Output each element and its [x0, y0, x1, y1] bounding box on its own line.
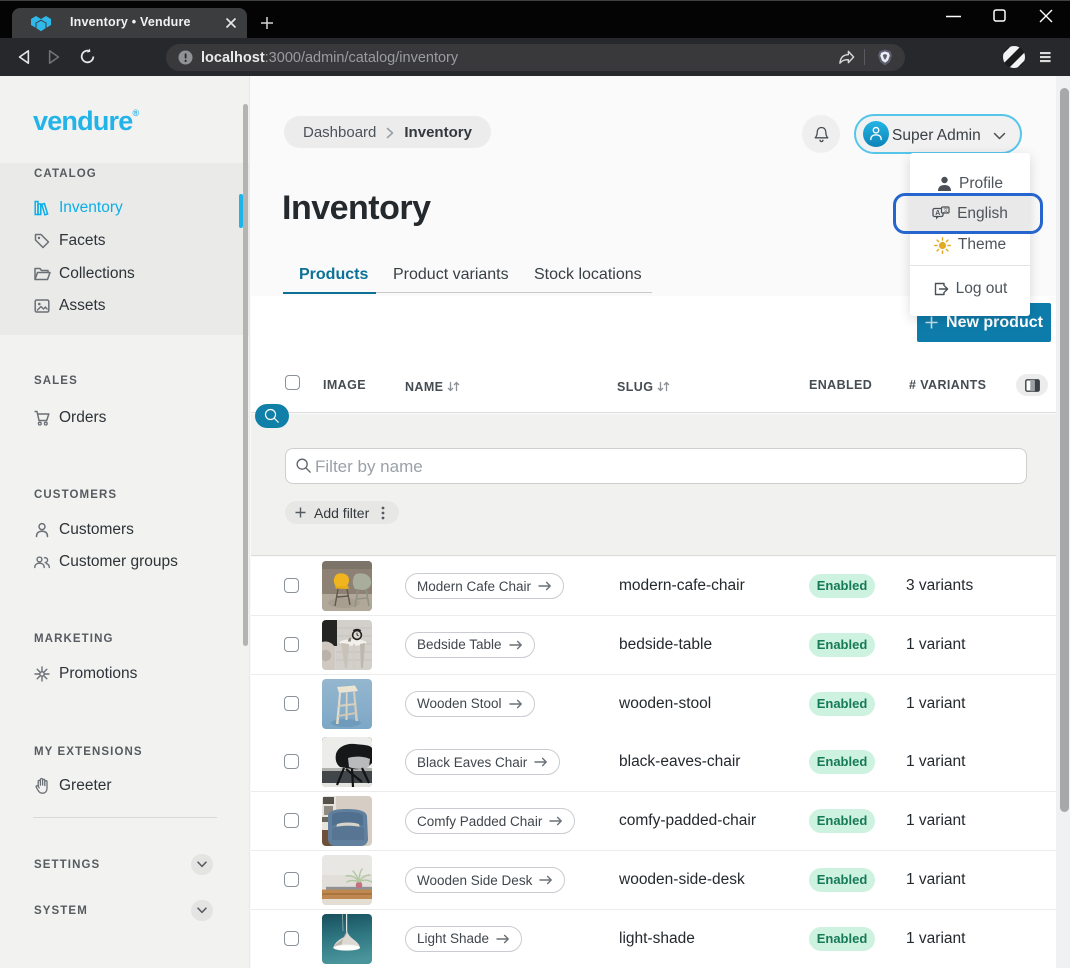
svg-text:文: 文: [943, 207, 948, 214]
svg-text:A: A: [935, 210, 940, 217]
